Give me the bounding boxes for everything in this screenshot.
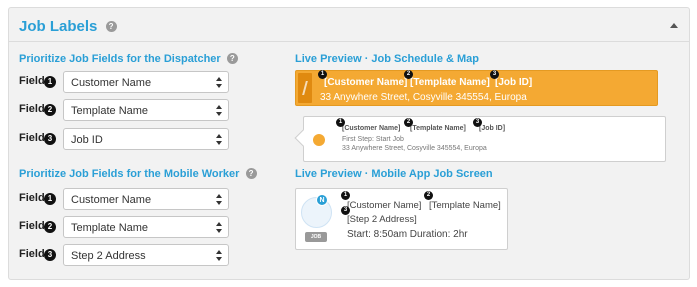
- mobile-field-3-row: Field 3 Step 2 Address: [19, 244, 229, 266]
- select-value: Template Name: [71, 222, 149, 234]
- field-number-badge: 3: [44, 249, 56, 261]
- panel-header[interactable]: Job Labels ?: [9, 8, 689, 42]
- dispatcher-field-3-row: Field 3 Job ID: [19, 128, 229, 150]
- mobile-preview-title: Live Preview · Mobile App Job Screen: [295, 168, 493, 180]
- mobile-field-1-row: Field 1 Customer Name: [19, 188, 229, 210]
- field-number-badge: 2: [44, 104, 56, 116]
- label-tag-1: [Customer Name]: [324, 77, 408, 88]
- job-type-tag: JOB: [305, 232, 327, 242]
- label-tag-1: [Customer Name]: [342, 125, 401, 132]
- field-label: Field: [19, 192, 45, 204]
- mobile-section-title: Prioritize Job Fields for the Mobile Wor…: [19, 167, 257, 180]
- label-badge-2: 2: [424, 191, 433, 200]
- field-number-badge: 1: [44, 76, 56, 88]
- select-arrows-icon: [216, 222, 222, 233]
- field-number-badge: 3: [44, 133, 56, 145]
- job-times: Start: 8:50am Duration: 2hr: [347, 229, 468, 240]
- label-tag-3: [Job ID]: [479, 125, 506, 132]
- select-arrows-icon: [216, 105, 222, 116]
- select-arrows-icon: [216, 77, 222, 88]
- select-arrows-icon: [216, 194, 222, 205]
- mobile-preview-card: N JOB 1 [Customer Name] 2 [Template Name…: [295, 188, 508, 250]
- label-badge-3: 3: [473, 118, 482, 127]
- label-badge-1: 1: [318, 70, 327, 79]
- schedule-preview-title: Live Preview · Job Schedule & Map: [295, 53, 479, 65]
- field-label: Field: [19, 75, 45, 87]
- select-value: Job ID: [71, 134, 103, 146]
- label-badge-1: 1: [336, 118, 345, 127]
- field-label: Field: [19, 103, 45, 115]
- job-status-stripe: [298, 73, 312, 103]
- field-label: Field: [19, 132, 45, 144]
- help-icon[interactable]: ?: [105, 20, 117, 32]
- label-tag-3: [Step 2 Address]: [347, 214, 417, 225]
- dispatcher-field-1-select[interactable]: Customer Name: [63, 71, 229, 93]
- field-number-badge: 2: [44, 221, 56, 233]
- label-tag-2: [Template Name]: [429, 200, 501, 211]
- select-value: Customer Name: [71, 194, 152, 206]
- card-address: 33 Anywhere Street, Cosyville 345554, Eu…: [342, 145, 487, 152]
- select-value: Customer Name: [71, 77, 152, 89]
- job-marker-icon: [313, 134, 325, 146]
- label-badge-3: 3: [490, 70, 499, 79]
- mobile-section-title-text: Prioritize Job Fields for the Mobile Wor…: [19, 168, 240, 180]
- mobile-field-3-select[interactable]: Step 2 Address: [63, 244, 229, 266]
- label-tag-2: [Template Name]: [410, 125, 466, 132]
- label-badge-2: 2: [404, 70, 413, 79]
- select-value: Step 2 Address: [71, 250, 146, 262]
- label-badge-2: 2: [404, 118, 413, 127]
- select-arrows-icon: [216, 134, 222, 145]
- field-number-badge: 1: [44, 193, 56, 205]
- schedule-preview-map-card: [Customer Name] 1 [Template Name] 2 [Job…: [294, 116, 666, 162]
- panel-title-text: Job Labels: [19, 18, 98, 35]
- mobile-field-2-row: Field 2 Template Name: [19, 216, 229, 238]
- job-labels-panel: Job Labels ? Prioritize Job Fields for t…: [8, 7, 690, 280]
- chevron-up-icon[interactable]: [670, 23, 678, 28]
- card-pointer: [294, 129, 312, 147]
- field-label: Field: [19, 248, 45, 260]
- dispatcher-field-3-select[interactable]: Job ID: [63, 128, 229, 150]
- label-tag-2: [Template Name]: [410, 77, 490, 88]
- field-label: Field: [19, 220, 45, 232]
- label-tag-3: [Job ID]: [495, 77, 533, 88]
- select-value: Template Name: [71, 105, 149, 117]
- select-arrows-icon: [216, 250, 222, 261]
- help-icon[interactable]: ?: [226, 52, 238, 64]
- label-tag-1: [Customer Name]: [347, 200, 422, 211]
- dispatcher-field-2-select[interactable]: Template Name: [63, 99, 229, 121]
- card-step: First Step: Start Job: [342, 136, 404, 143]
- mobile-field-1-select[interactable]: Customer Name: [63, 188, 229, 210]
- active-job-address: 33 Anywhere Street, Cosyville 345554, Eu…: [320, 92, 527, 103]
- dispatcher-section-title: Prioritize Job Fields for the Dispatcher…: [19, 52, 238, 65]
- mobile-field-2-select[interactable]: Template Name: [63, 216, 229, 238]
- dispatcher-field-2-row: Field 2 Template Name: [19, 99, 229, 121]
- dispatcher-field-1-row: Field 1 Customer Name: [19, 71, 229, 93]
- label-badge-1: 1: [341, 191, 350, 200]
- avatar-initial-badge: N: [316, 194, 328, 206]
- help-icon[interactable]: ?: [245, 167, 257, 179]
- schedule-preview-active-job: [Customer Name] 1 [Template Name] 2 [Job…: [295, 70, 658, 106]
- panel-title: Job Labels ?: [19, 18, 117, 35]
- dispatcher-section-title-text: Prioritize Job Fields for the Dispatcher: [19, 53, 221, 65]
